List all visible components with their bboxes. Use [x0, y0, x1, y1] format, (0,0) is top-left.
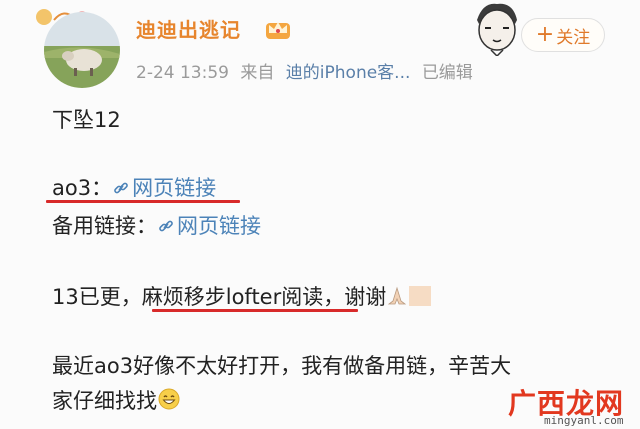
update-part-b: 麻烦移步lofter阅读 — [141, 285, 324, 309]
backup-link[interactable]: 网页链接 — [157, 214, 261, 238]
backup-link-text: 网页链接 — [177, 214, 261, 238]
update-part-a: 13已更， — [52, 285, 142, 309]
praying-hands-icon — [388, 286, 407, 305]
follow-button[interactable]: + 关注 — [521, 18, 605, 52]
post-line-update: 13已更，麻烦移步lofter阅读，谢谢 — [52, 281, 432, 311]
ao3-label: ao3： — [52, 176, 113, 200]
post-line-6: 家仔细找找 — [52, 385, 181, 415]
update-part-c: ，谢谢 — [323, 285, 387, 309]
line-6-text: 家仔细找找 — [52, 389, 157, 413]
link-icon — [159, 220, 173, 232]
plus-icon: + — [535, 22, 555, 47]
post-line-1: 下坠12 — [52, 108, 121, 132]
post-line-5: 最近ao3好像不太好打开，我有做备用链，辛苦大 — [52, 354, 512, 378]
post-line-backup: 备用链接： 网页链接 — [52, 210, 261, 240]
post-line-ao3: ao3： 网页链接 — [52, 172, 216, 202]
crown-icon — [266, 22, 290, 39]
link-icon — [114, 182, 128, 194]
follow-label: 关注 — [556, 27, 591, 48]
skin-tone-swatch-icon — [409, 286, 432, 306]
source-prefix: 来自 — [240, 63, 275, 83]
weibo-post: 迪迪出逃记 2-24 13:59 来自 迪的iPhone客... 已编辑 + 关… — [0, 0, 640, 429]
avatar[interactable] — [44, 12, 120, 88]
edited-label[interactable]: 已编辑 — [422, 63, 473, 83]
backup-label: 备用链接： — [52, 214, 157, 238]
username[interactable]: 迪迪出逃记 — [136, 14, 241, 43]
post-meta: 2-24 13:59 来自 迪的iPhone客... 已编辑 — [136, 58, 479, 83]
post-date: 2-24 13:59 — [136, 63, 229, 83]
highlight-underline — [46, 200, 240, 203]
ao3-link-text: 网页链接 — [132, 176, 217, 200]
highlight-underline — [152, 309, 358, 312]
smile-icon — [158, 388, 180, 410]
ao3-link[interactable]: 网页链接 — [112, 176, 216, 200]
post-source[interactable]: 迪的iPhone客... — [286, 63, 411, 83]
cartoon-face-icon — [477, 3, 517, 56]
watermark-url: mingyanl.com — [544, 414, 624, 427]
